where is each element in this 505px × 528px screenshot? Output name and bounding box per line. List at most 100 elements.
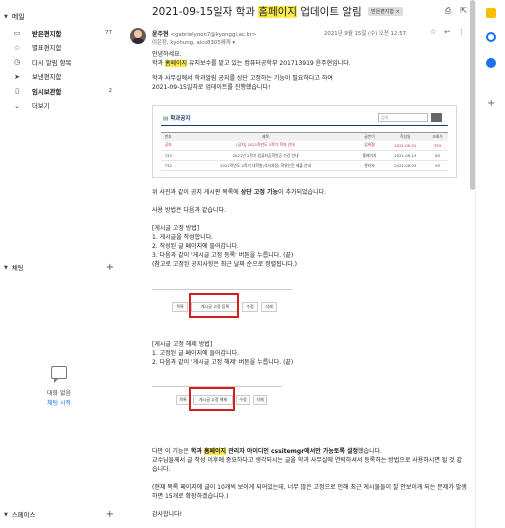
chevron-down-icon: ⌄ bbox=[14, 101, 20, 110]
collapse-caret-icon[interactable]: ▼ bbox=[4, 512, 8, 518]
sidebar-item-drafts[interactable]: ▯ 임시보관함 2 bbox=[0, 84, 118, 99]
cell: [공지] 2021학년도 2학기 학과 안내 bbox=[175, 140, 356, 151]
highlight-box bbox=[189, 387, 235, 411]
subject-highlight: 홈페이지 bbox=[258, 6, 297, 18]
cell: 93 bbox=[427, 160, 448, 171]
shot-delete-button: 삭제 bbox=[253, 395, 267, 405]
open-new-window-icon[interactable]: ⇱ bbox=[460, 6, 467, 16]
add-space-icon[interactable]: + bbox=[106, 509, 114, 520]
email-subject: 2021-09-15일자 학과 홈페이지 업데이트 알림 받은편지함 × bbox=[152, 4, 403, 19]
shot-edit-button: 수정 bbox=[236, 395, 250, 405]
recipients-text: 이은정, kychung, aics8305에게 bbox=[152, 40, 231, 46]
shot-divider bbox=[152, 289, 292, 290]
cell: 2021-09-13 bbox=[383, 150, 428, 161]
chat-section-header[interactable]: ▼ 채팅 + bbox=[4, 262, 114, 273]
chat-section-label: 채팅 bbox=[11, 264, 24, 272]
star-icon: ☆ bbox=[13, 43, 21, 52]
board-table: 번호 제목 글쓴이 작성일 조회수 공지 [공지] 2021학년도 2학기 학과… bbox=[161, 132, 448, 171]
side-panel: + bbox=[475, 0, 505, 528]
thanks: 감사합니다! bbox=[152, 511, 183, 518]
cell: 홈페이지 bbox=[355, 150, 384, 161]
star-icon[interactable]: ☆ bbox=[430, 28, 436, 36]
col-header: 글쓴이 bbox=[355, 132, 384, 141]
email-body-closing: 다만 이 기능은 학과 홈페이지 관리자 아이디인 cssitemgr에서만 가… bbox=[152, 447, 467, 519]
feature-pre: 위 사진과 같이 공지 게시판 목록에 bbox=[152, 189, 241, 196]
sidebar-item-starred[interactable]: ☆ 별표편지함 bbox=[0, 41, 118, 56]
collapse-caret-icon[interactable]: ▼ bbox=[4, 14, 8, 20]
contacts-icon[interactable] bbox=[486, 58, 496, 68]
shot-edit-button: 수정 bbox=[242, 302, 258, 312]
cell: 2021학년도 2학기 대학원(석사과정) 학위논문 제출 안내 bbox=[175, 160, 356, 171]
unpin-step-2: 2. 다음과 같이 '게시글 고정 해제' 버튼을 누릅니다. (끝) bbox=[152, 359, 294, 366]
board-divider bbox=[161, 125, 448, 126]
board-search: 검색 bbox=[378, 113, 428, 122]
unpin-step-1: 1. 고정된 글 페이지에 들어갑니다. bbox=[152, 350, 240, 357]
col-header: 번호 bbox=[161, 132, 176, 141]
draft-count: 2 bbox=[108, 88, 113, 95]
print-icon[interactable]: ⎙ bbox=[445, 6, 451, 16]
note-highlight: 홈페이지 bbox=[203, 448, 227, 455]
pin-step-1: 1. 게시글을 작성합니다. bbox=[152, 234, 214, 241]
inbox-icon: ▭ bbox=[13, 29, 21, 38]
mail-section-label: 메일 bbox=[11, 13, 25, 21]
note-bold: 학과 홈페이지 관리자 아이디인 cssitemgr에서만 가능토록 설정 bbox=[191, 448, 358, 455]
collapse-caret-icon[interactable]: ▼ bbox=[4, 265, 8, 271]
inbox-label-chip[interactable]: 받은편지함 × bbox=[367, 7, 403, 16]
cell: 85 bbox=[427, 150, 448, 161]
list-icon: ▤ bbox=[163, 116, 169, 122]
shot-list-button: 목록 bbox=[172, 302, 188, 312]
table-row: 공지 [공지] 2021학년도 2학기 학과 안내 김희철 2021-09-01… bbox=[161, 140, 448, 151]
col-header: 조회수 bbox=[427, 132, 448, 141]
sender-avatar bbox=[130, 28, 146, 44]
col-header: 작성일 bbox=[383, 132, 428, 141]
note-line-2: 교수님들께서 글 작성 이후에 중요하다고 생각되시는 글을 학과 사무실에 연… bbox=[152, 457, 463, 473]
board-title-text: 학과공지 bbox=[170, 116, 191, 122]
sidebar-item-label: 다시 알림 항목 bbox=[32, 58, 72, 67]
intro-post: 유지보수를 맡고 있는 컴퓨터공학부 201713919 윤주현입니다. bbox=[187, 60, 351, 67]
cell: 732 bbox=[161, 160, 176, 171]
chevron-down-icon[interactable]: ▾ bbox=[232, 40, 235, 46]
intro-line: 학과 홈페이지 유지보수를 맡고 있는 컴퓨터공학부 201713919 윤주현… bbox=[152, 59, 467, 68]
send-icon: ➤ bbox=[14, 72, 20, 81]
note-line: 다만 이 기능은 학과 홈페이지 관리자 아이디인 cssitemgr에서만 가… bbox=[152, 447, 467, 456]
para2-line1: 학과 사무실에서 학과알림 공지를 상단 고정하는 기능이 필요하다고 하여 bbox=[152, 75, 333, 82]
shot-delete-button: 삭제 bbox=[261, 302, 277, 312]
add-chat-icon[interactable]: + bbox=[106, 262, 114, 273]
email-body-instructions: 위 사진과 같이 공지 게시판 목록에 상단 고정 기능이 추가되었습니다. 사… bbox=[152, 188, 467, 269]
email-body-unpin: [게시글 고정 해제 방법] 1. 고정된 글 페이지에 들어갑니다. 2. 다… bbox=[152, 340, 467, 367]
cell: 353 bbox=[427, 140, 448, 151]
para2-line2: 2021-09-15일자로 업데이트를 진행했습니다! bbox=[152, 84, 271, 91]
sidebar-item-more[interactable]: ⌄ 더보기 bbox=[0, 99, 118, 114]
mail-section-header[interactable]: ▼ 메일 bbox=[4, 12, 25, 22]
reply-icon[interactable]: ↩ bbox=[444, 28, 450, 36]
feature-line: 위 사진과 같이 공지 게시판 목록에 상단 고정 기능이 추가되었습니다. bbox=[152, 188, 467, 197]
sidebar-item-label: 별표편지함 bbox=[32, 44, 62, 53]
clock-icon: ◷ bbox=[13, 58, 21, 67]
sidebar-item-inbox[interactable]: ▭ 받은편지함 77 bbox=[0, 26, 118, 41]
col-header: 제목 bbox=[175, 132, 356, 141]
add-addon-icon[interactable]: + bbox=[487, 98, 495, 109]
start-chat-link[interactable]: 채팅 시작 bbox=[0, 398, 118, 407]
sender-line: 윤주현 <gabrielyoon7@kyonggi.ac.kr> bbox=[152, 29, 256, 38]
sidebar-item-sent[interactable]: ➤ 보낸편지함 bbox=[0, 70, 118, 85]
cell: 2021년 2학기 컴퓨터공학전공 수강 안내 bbox=[175, 150, 356, 161]
greeting: 안녕하세요. bbox=[152, 51, 182, 58]
intro-highlight: 홈페이지 bbox=[164, 60, 188, 67]
recipients[interactable]: 이은정, kychung, aics8305에게 ▾ bbox=[152, 38, 235, 46]
shot-list-button: 목록 bbox=[176, 395, 190, 405]
note-post: 했습니다. bbox=[358, 448, 383, 455]
pin-step-3: 3. 다음과 같이 '게시글 고정 등록' 버튼을 누릅니다. (끝) bbox=[152, 252, 294, 259]
cell: 733 bbox=[161, 150, 176, 161]
board-search-button bbox=[431, 113, 442, 122]
spaces-section-header[interactable]: ▼ 스페이스 + bbox=[4, 509, 114, 520]
more-vert-icon[interactable]: ⋮ bbox=[458, 28, 465, 36]
message-view: 2021-09-15일자 학과 홈페이지 업데이트 알림 받은편지함 × ⎙ ⇱… bbox=[118, 0, 475, 528]
subject-text-end: 업데이트 알림 bbox=[296, 6, 362, 18]
sidebar-item-snoozed[interactable]: ◷ 다시 알림 항목 bbox=[0, 55, 118, 70]
draft-icon: ▯ bbox=[15, 87, 19, 96]
note-line-3: (현재 목록 페이지에 글이 10개씩 보이게 되어있는데, 너무 많은 고정으… bbox=[152, 484, 467, 500]
cell: 김희철 bbox=[355, 140, 384, 151]
chat-empty-state: 대화 없음 채팅 시작 bbox=[0, 366, 118, 407]
calendar-icon[interactable] bbox=[486, 8, 496, 18]
tasks-icon[interactable] bbox=[486, 32, 496, 42]
